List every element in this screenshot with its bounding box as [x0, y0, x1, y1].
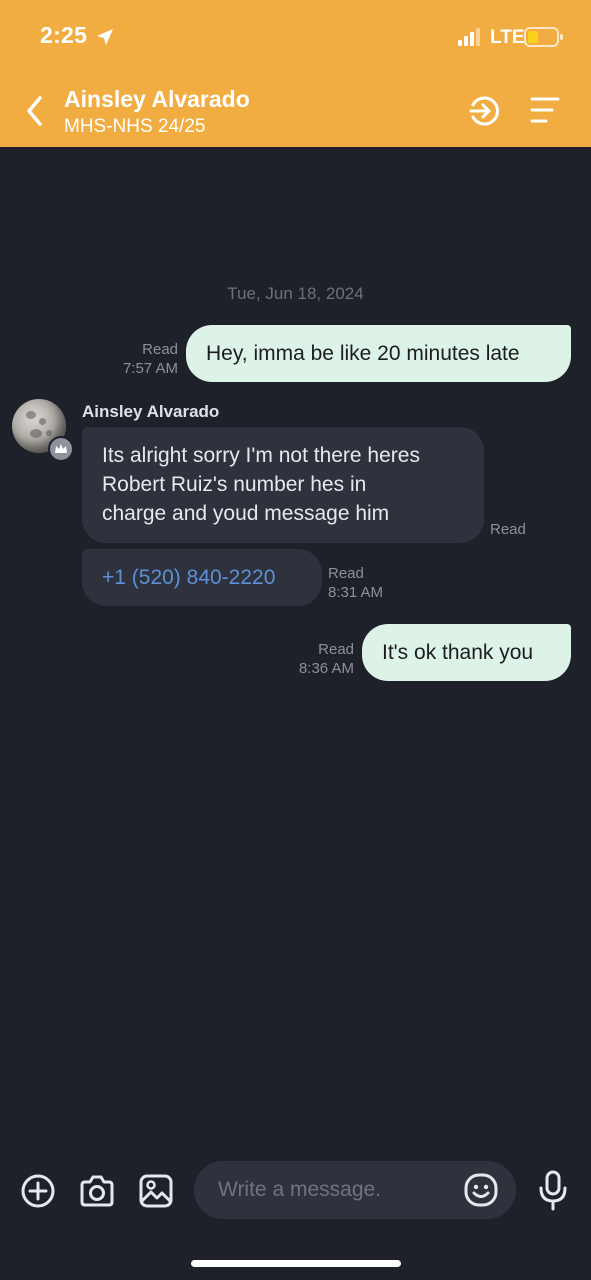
message-line: charge and youd message him	[102, 502, 390, 525]
outgoing-message-bubble[interactable]: Hey, imma be like 20 minutes late	[186, 325, 571, 382]
message-meta: Read 8:36 AM	[276, 640, 354, 678]
message-line: Robert Ruiz's number hes in	[102, 473, 367, 496]
contact-name[interactable]: Ainsley Alvarado	[64, 86, 250, 113]
location-arrow-icon	[95, 27, 115, 52]
back-chevron-icon[interactable]	[22, 93, 48, 129]
emoji-icon[interactable]	[463, 1172, 499, 1213]
message-meta: Read 7:57 AM	[100, 340, 178, 378]
message-input-placeholder: Write a message.	[218, 1178, 382, 1201]
read-receipt: Read	[318, 641, 354, 658]
message-line: Its alright sorry I'm not there heres	[102, 444, 420, 467]
sender-name: Ainsley Alvarado	[82, 402, 220, 421]
menu-lines-icon[interactable]	[530, 96, 560, 124]
join-arrow-icon[interactable]	[468, 94, 502, 128]
incoming-message-bubble[interactable]: Its alright sorry I'm not there heres Ro…	[82, 427, 484, 543]
crown-badge-icon	[48, 436, 74, 462]
message-time: 8:31 AM	[328, 584, 384, 601]
network-label: LTE	[490, 27, 525, 48]
outgoing-message-bubble[interactable]: It's ok thank you	[362, 624, 571, 681]
date-separator: Tue, Jun 18, 2024	[227, 284, 364, 303]
contact-subtitle: MHS-NHS 24/25	[64, 116, 206, 137]
image-icon[interactable]	[138, 1173, 174, 1214]
message-time: 7:57 AM	[122, 360, 178, 377]
phone-number-link[interactable]: +1 (520) 840-2220	[102, 566, 275, 589]
message-meta: Read 8:31 AM	[328, 564, 383, 602]
signal-icon	[458, 28, 484, 51]
battery-icon	[524, 27, 564, 52]
read-receipt: Read	[490, 521, 526, 538]
home-indicator[interactable]	[191, 1260, 401, 1267]
read-receipt: Read	[328, 565, 364, 582]
message-time: 8:36 AM	[298, 660, 354, 677]
app-header: 2:25 LTE Ainsley Alvarado MHS-NHS 24/25	[0, 0, 591, 147]
microphone-icon[interactable]	[538, 1170, 568, 1217]
read-receipt: Read	[142, 341, 178, 358]
incoming-message-bubble[interactable]: +1 (520) 840-2220	[82, 549, 322, 606]
plus-circle-icon[interactable]	[20, 1173, 56, 1214]
status-time: 2:25	[40, 22, 88, 48]
camera-icon[interactable]	[78, 1173, 116, 1214]
